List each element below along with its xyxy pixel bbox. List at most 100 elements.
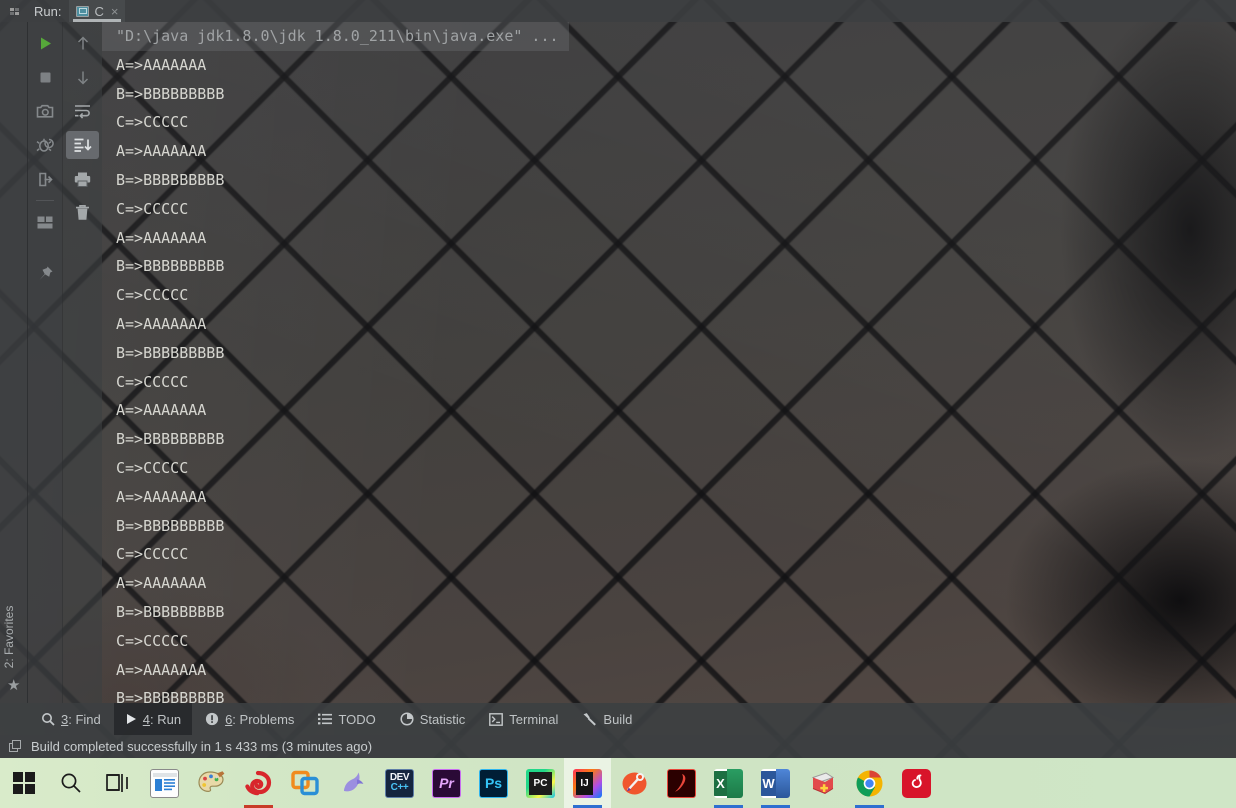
layout-button[interactable] — [28, 205, 62, 239]
acrobat-button[interactable] — [658, 758, 705, 808]
start-button[interactable] — [0, 758, 47, 808]
arrow-up-icon — [77, 35, 88, 49]
console-line: C=>CCCCC — [116, 372, 189, 391]
status-bar: Build completed successfully in 1 s 433 … — [0, 735, 1236, 758]
run-configuration-tab[interactable]: C × — [69, 0, 126, 22]
play-icon — [125, 713, 137, 725]
run-toolwindow-tabbar: Run: C × — [0, 0, 1236, 22]
run-toolwindow-label: Run: — [34, 3, 62, 19]
tab-build[interactable]: Build — [571, 703, 643, 735]
console-line: C=>CCCCC — [116, 545, 189, 564]
vmware-button[interactable] — [282, 758, 329, 808]
word-icon: W — [761, 768, 790, 798]
netease-music-icon — [902, 768, 931, 798]
tab-label: Statistic — [419, 711, 466, 727]
console-line: B=>BBBBBBBBB — [116, 257, 225, 276]
word-button[interactable]: W — [752, 758, 799, 808]
clear-all-button[interactable] — [63, 196, 102, 230]
search-button[interactable] — [47, 758, 94, 808]
devcpp-button[interactable]: DEV C++ — [376, 758, 423, 808]
console-line: B=>BBBBBBBBB — [116, 170, 225, 189]
status-message: Build completed successfully in 1 s 433 … — [31, 739, 373, 754]
file-explorer-icon — [150, 768, 179, 798]
photoshop-button[interactable]: Ps — [470, 758, 517, 808]
notepadpp-button[interactable] — [799, 758, 846, 808]
pin-tab-button[interactable] — [28, 257, 62, 291]
task-view-button[interactable] — [94, 758, 141, 808]
bug-restart-icon — [36, 138, 54, 152]
tab-run[interactable]: 4: Run — [113, 703, 193, 735]
run-configuration-icon — [76, 5, 90, 17]
pycharm-button[interactable]: PC — [517, 758, 564, 808]
run-console-output[interactable]: "D:\java jdk1.8.0\jdk 1.8.0_211\bin\java… — [102, 22, 1236, 703]
console-line: B=>BBBBBBBBB — [116, 343, 225, 362]
play-icon — [40, 37, 51, 49]
orange-tool-icon — [621, 770, 649, 797]
soft-wrap-button[interactable] — [63, 94, 102, 128]
console-line: B=>BBBBBBBBB — [116, 430, 225, 449]
pycharm-icon: PC — [526, 768, 555, 798]
run-configuration-name: C — [94, 3, 104, 19]
console-line: B=>BBBBBBBBB — [116, 689, 225, 703]
paint-button[interactable] — [188, 758, 235, 808]
console-line: A=>AAAAAAA — [116, 660, 207, 679]
rerun-button[interactable] — [28, 26, 62, 60]
devcpp-icon: DEV C++ — [385, 768, 414, 798]
tab-todo[interactable]: TODO — [307, 703, 386, 735]
navicat-button[interactable] — [329, 758, 376, 808]
screenshot-button[interactable] — [28, 94, 62, 128]
red-spiral-icon — [244, 770, 273, 797]
dolphin-icon — [339, 770, 367, 797]
star-icon[interactable]: ★ — [7, 678, 20, 693]
scroll-to-end-icon — [74, 138, 92, 152]
tab-label: 6: Problems — [225, 711, 295, 727]
magnifier-icon — [41, 712, 55, 726]
snipaste-button[interactable] — [611, 758, 658, 808]
favorites-strip: 2: Favorites ★ — [0, 22, 28, 703]
console-line: C=>CCCCC — [116, 286, 189, 305]
console-line: A=>AAAAAAA — [116, 487, 207, 506]
tab-label: TODO — [338, 711, 376, 727]
netease-music-button[interactable] — [893, 758, 940, 808]
tab-terminal[interactable]: Terminal — [478, 703, 569, 735]
windows-taskbar: DEV C++ Pr Ps PC IJ X W — [0, 758, 1236, 808]
app-menu-icon[interactable] — [0, 0, 28, 22]
pie-chart-icon — [400, 712, 414, 726]
file-explorer-button[interactable] — [141, 758, 188, 808]
restart-debug-button[interactable] — [28, 128, 62, 162]
premiere-button[interactable]: Pr — [423, 758, 470, 808]
recorder-button[interactable] — [235, 758, 282, 808]
pin-icon — [39, 266, 53, 280]
intellij-button[interactable]: IJ — [564, 758, 611, 808]
tab-problems[interactable]: 6: Problems — [194, 703, 305, 735]
chrome-button[interactable] — [846, 758, 893, 808]
trash-icon — [76, 205, 89, 220]
tab-statistic[interactable]: Statistic — [389, 703, 477, 735]
stop-button[interactable] — [28, 60, 62, 94]
tab-find[interactable]: 3: Find — [30, 703, 112, 735]
sidebar-item-favorites[interactable]: 2: Favorites — [2, 597, 30, 677]
magnifier-icon — [59, 771, 83, 795]
premiere-pro-icon: Pr — [432, 768, 461, 798]
print-button[interactable] — [63, 162, 102, 196]
scroll-down-button[interactable] — [63, 60, 102, 94]
export-arrow-icon — [38, 172, 53, 186]
console-line: C=>CCCCC — [116, 458, 189, 477]
console-line: A=>AAAAAAA — [116, 142, 207, 161]
excel-button[interactable]: X — [705, 758, 752, 808]
notepad-plus-icon — [808, 770, 837, 797]
tab-label: Build — [603, 711, 633, 727]
windows-logo-icon — [12, 772, 35, 794]
dump-threads-button[interactable] — [28, 162, 62, 196]
console-line: B=>BBBBBBBBB — [116, 602, 225, 621]
console-lines: A=>AAAAAAA B=>BBBBBBBBB C=>CCCCC A=>AAAAAAA… — [102, 51, 1236, 703]
close-icon[interactable]: × — [111, 4, 119, 19]
run-toolbar-primary — [28, 22, 62, 703]
camera-icon — [36, 104, 53, 118]
layout-panels-icon — [37, 216, 53, 228]
scroll-up-button[interactable] — [63, 26, 102, 60]
tab-label: Terminal — [509, 711, 559, 727]
exclamation-circle-icon — [205, 712, 219, 726]
scroll-to-end-button[interactable] — [63, 128, 102, 162]
tab-label: 4: Run — [142, 711, 182, 727]
